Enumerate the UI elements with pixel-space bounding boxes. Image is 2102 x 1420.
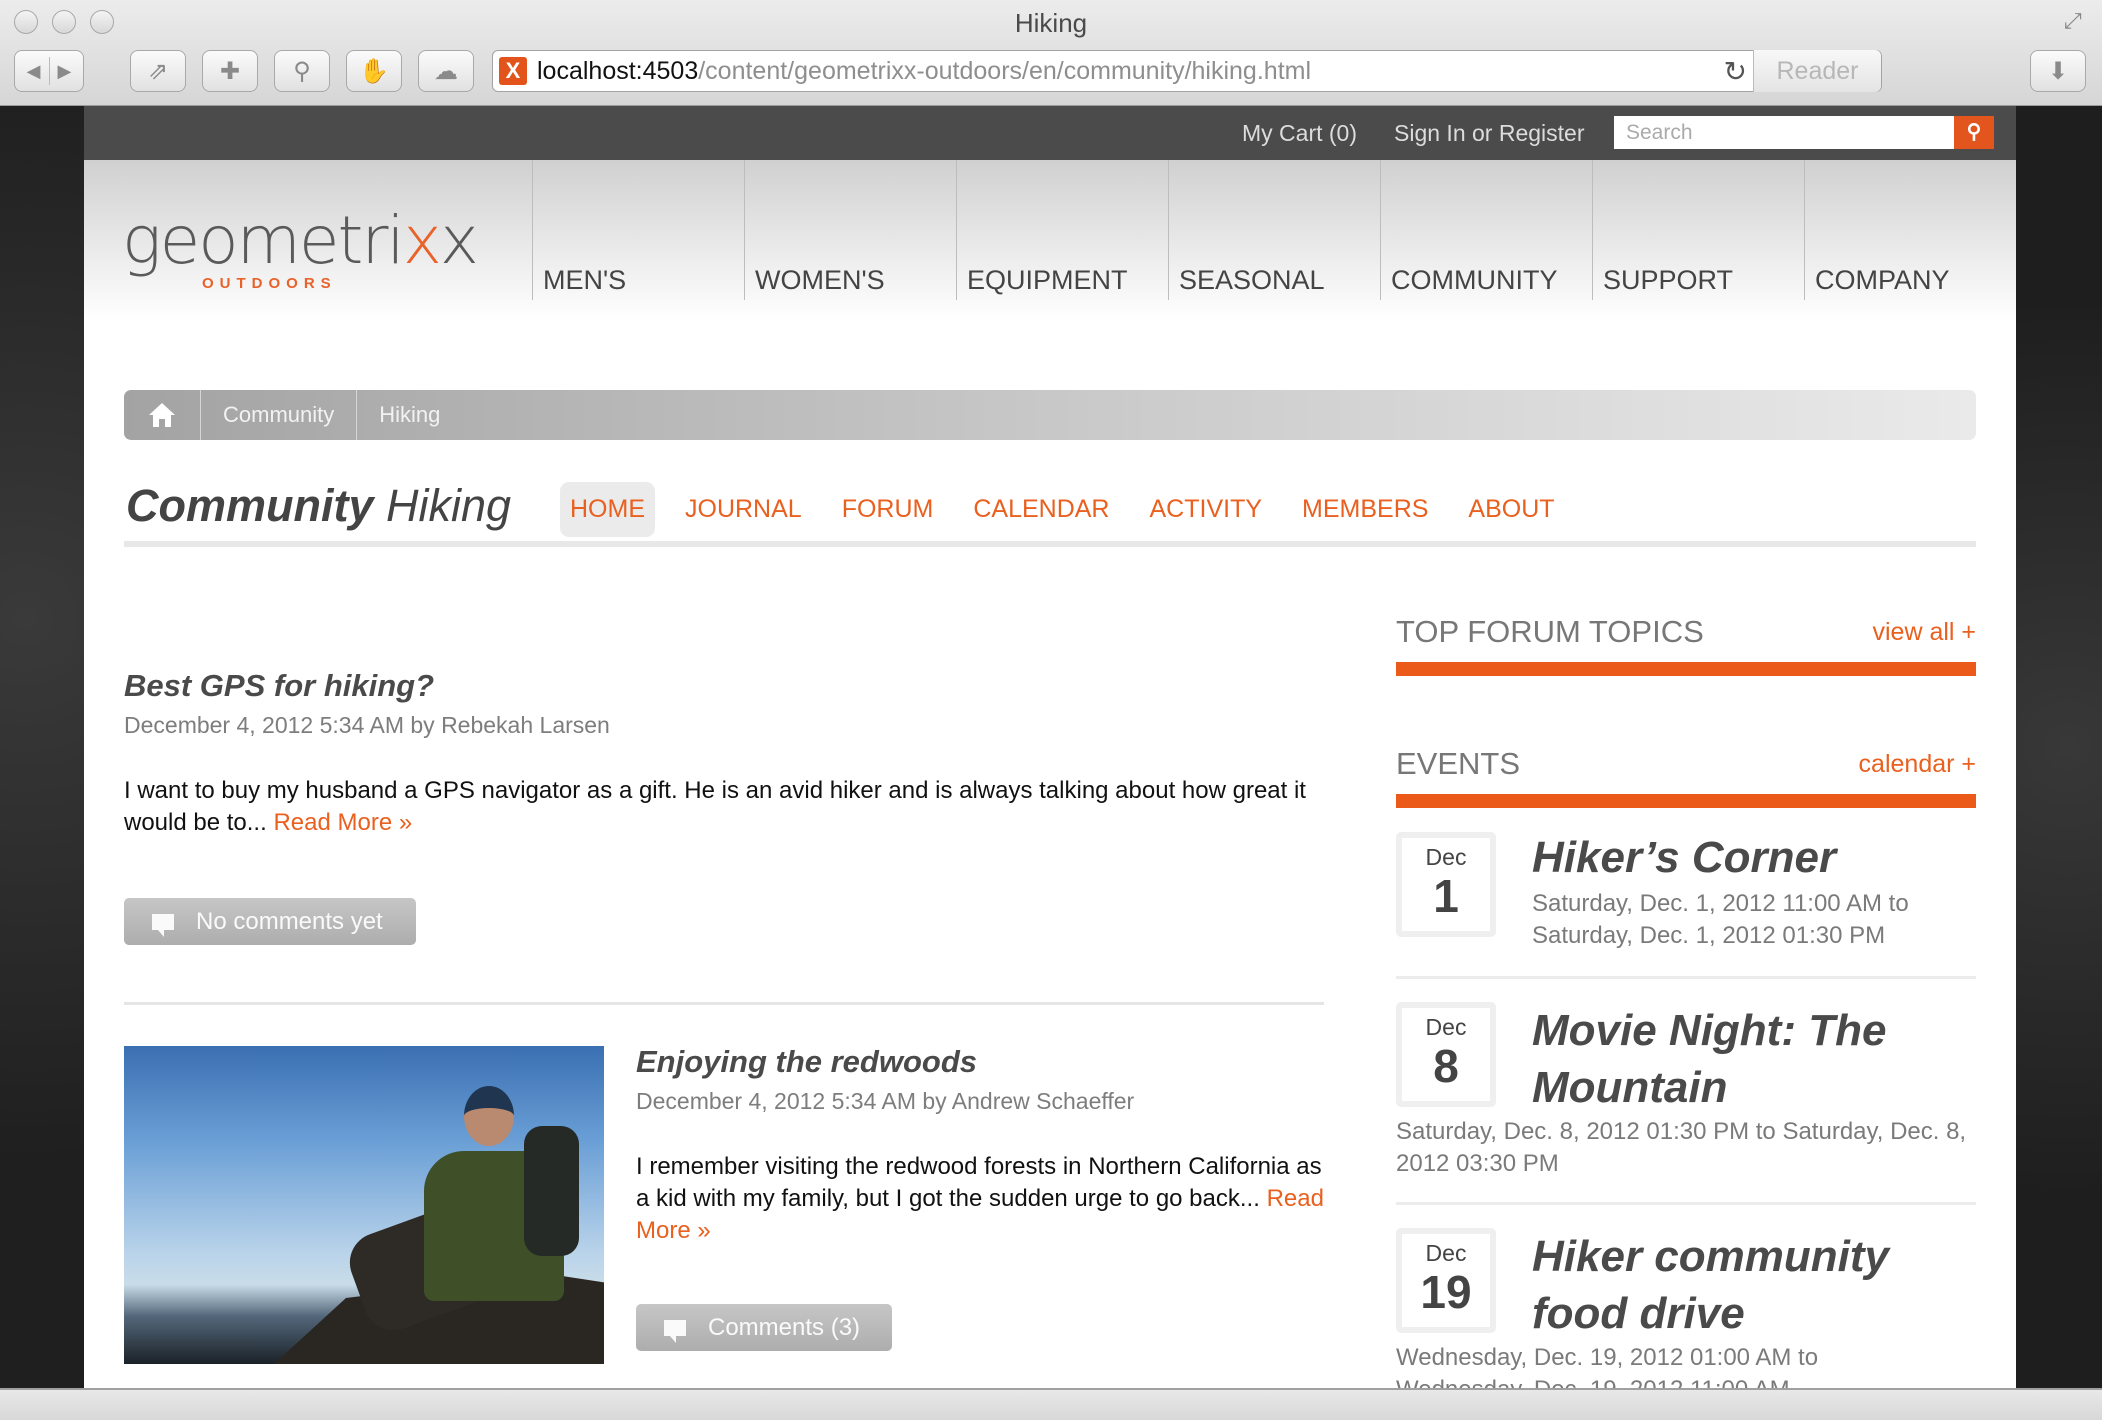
community-tabs: HOME JOURNAL FORUM CALENDAR ACTIVITY MEM… (560, 482, 1585, 537)
journal-post: Best GPS for hiking? December 4, 2012 5:… (124, 668, 1334, 839)
nav-company[interactable]: COMPANY (1804, 160, 2016, 300)
post-meta: December 4, 2012 5:34 AM by Rebekah Lars… (124, 712, 610, 738)
post-meta: December 4, 2012 5:34 AM by Andrew Schae… (636, 1088, 1135, 1114)
comments-button[interactable]: No comments yet (124, 898, 416, 945)
browser-chrome: Hiking ⤢ ◀ ▶ ⇗ ✚ ⚲ ✋ ☁ X localhost:4503 … (0, 0, 2102, 106)
breadcrumb-hiking[interactable]: Hiking (357, 390, 462, 440)
event-separator (1396, 976, 1976, 979)
cloud-icon: ☁ (434, 57, 458, 85)
utility-bar: My Cart (0) Sign In or Register ⚲ (84, 106, 2016, 160)
breadcrumb-community[interactable]: Community (201, 390, 358, 440)
post-separator (124, 1002, 1324, 1005)
post-title[interactable]: Best GPS for hiking? (124, 668, 1334, 704)
adblock-icon: ✋ (359, 57, 389, 85)
tab-journal[interactable]: JOURNAL (675, 482, 812, 537)
journal-post: Enjoying the redwoods December 4, 2012 5… (636, 1044, 1326, 1247)
post-title[interactable]: Enjoying the redwoods (636, 1044, 1326, 1080)
download-icon: ⬇ (2047, 57, 2069, 85)
event-time: Saturday, Dec. 1, 2012 11:00 AM to Satur… (1532, 890, 1909, 949)
nav-womens[interactable]: WOMEN'S (744, 160, 956, 300)
search-button[interactable]: ⚲ (1954, 116, 1994, 149)
post-excerpt: I remember visiting the redwood forests … (636, 1153, 1324, 1244)
search-input[interactable] (1614, 116, 1954, 149)
window-title: Hiking (1014, 8, 1088, 38)
downloads-button[interactable]: ⬇ (2030, 50, 2086, 92)
community-divider (124, 541, 1976, 547)
tab-home[interactable]: HOME (560, 482, 655, 537)
add-bookmark-icon: ✚ (219, 57, 241, 85)
nav-community[interactable]: COMMUNITY (1380, 160, 1592, 300)
back-icon[interactable]: ◀ (27, 61, 41, 82)
nav-equipment[interactable]: EQUIPMENT (956, 160, 1168, 300)
breadcrumb-home[interactable] (124, 390, 201, 440)
community-title: Community Hiking (126, 480, 512, 531)
pin-button[interactable]: ⚲ (274, 50, 330, 92)
pin-icon: ⚲ (293, 57, 311, 85)
separator (48, 57, 50, 85)
event-date: Dec 19 (1396, 1228, 1496, 1333)
background-texture-right (2016, 106, 2102, 1388)
tab-members[interactable]: MEMBERS (1292, 482, 1438, 537)
event-date: Dec 8 (1396, 1002, 1496, 1107)
logo-wordmark: geometrixx (122, 202, 479, 279)
forward-icon[interactable]: ▶ (58, 61, 72, 82)
event-title[interactable]: Hiker’s Corner (1532, 832, 1836, 884)
share-button[interactable]: ⇗ (130, 50, 186, 92)
event-time: Saturday, Dec. 8, 2012 01:30 PM to Satur… (1396, 1118, 1967, 1177)
event-date: Dec 1 (1396, 832, 1496, 937)
tab-activity[interactable]: ACTIVITY (1140, 482, 1273, 537)
site-favicon-icon: X (499, 57, 527, 85)
nav-mens[interactable]: MEN'S (532, 160, 744, 300)
tab-about[interactable]: ABOUT (1458, 482, 1564, 537)
comment-icon (152, 913, 174, 937)
home-icon (149, 403, 175, 427)
post-image[interactable] (124, 1046, 604, 1364)
address-bar[interactable]: X localhost:4503 /content/geometrixx-out… (492, 50, 1882, 92)
event-separator (1396, 1202, 1976, 1205)
comments-button[interactable]: Comments (3) (636, 1304, 892, 1351)
logo[interactable]: geometrixx OUTDOORS (122, 202, 479, 292)
status-bar (0, 1388, 2102, 1420)
page: My Cart (0) Sign In or Register ⚲ geomet… (84, 106, 2016, 1388)
event-item: Dec 1 Hiker’s Corner Saturday, Dec. 1, 2… (1396, 832, 1976, 972)
events-heading: EVENTS (1396, 746, 1521, 781)
post-excerpt: I want to buy my husband a GPS navigator… (124, 777, 1306, 836)
comment-icon (664, 1319, 686, 1343)
event-item: Dec 8 Movie Night: The Mountain Saturday… (1396, 1002, 1976, 1202)
tab-forum[interactable]: FORUM (832, 482, 944, 537)
adblock-button[interactable]: ✋ (346, 50, 402, 92)
event-item: Dec 19 Hiker community food drive Wednes… (1396, 1228, 1976, 1388)
nav-seasonal[interactable]: SEASONAL (1168, 160, 1380, 300)
event-title[interactable]: Movie Night: The Mountain (1532, 1002, 1972, 1116)
reader-button[interactable]: Reader (1753, 50, 1881, 92)
read-more-link[interactable]: Read More » (273, 809, 412, 836)
search-icon: ⚲ (1966, 121, 1982, 143)
view-all-link[interactable]: view all + (1872, 618, 1976, 647)
forum-topics-heading: TOP FORUM TOPICS (1396, 614, 1704, 649)
site-header: geometrixx OUTDOORS MEN'S WOMEN'S EQUIPM… (84, 160, 2016, 440)
back-forward-buttons: ◀ ▶ (14, 50, 84, 92)
forum-topics-bar (1396, 662, 1976, 676)
my-cart-link[interactable]: My Cart (0) (1242, 120, 1357, 147)
sign-in-link[interactable]: Sign In or Register (1394, 120, 1584, 147)
reload-icon[interactable]: ↻ (1724, 55, 1747, 88)
event-title[interactable]: Hiker community food drive (1532, 1228, 1972, 1342)
nav-support[interactable]: SUPPORT (1592, 160, 1804, 300)
events-bar (1396, 794, 1976, 808)
main-nav: MEN'S WOMEN'S EQUIPMENT SEASONAL COMMUNI… (532, 160, 2016, 300)
tab-calendar[interactable]: CALENDAR (963, 482, 1119, 537)
fullscreen-icon[interactable]: ⤢ (2064, 8, 2090, 34)
background-texture-left (0, 106, 84, 1388)
url-host: localhost:4503 (537, 56, 699, 85)
event-time: Wednesday, Dec. 19, 2012 01:00 AM to Wed… (1396, 1344, 1819, 1388)
share-icon: ⇗ (147, 57, 169, 85)
cloud-button[interactable]: ☁ (418, 50, 474, 92)
breadcrumb: Community Hiking (124, 390, 1976, 440)
url-path: /content/geometrixx-outdoors/en/communit… (698, 56, 1312, 85)
add-bookmark-button[interactable]: ✚ (202, 50, 258, 92)
calendar-link[interactable]: calendar + (1859, 750, 1976, 779)
